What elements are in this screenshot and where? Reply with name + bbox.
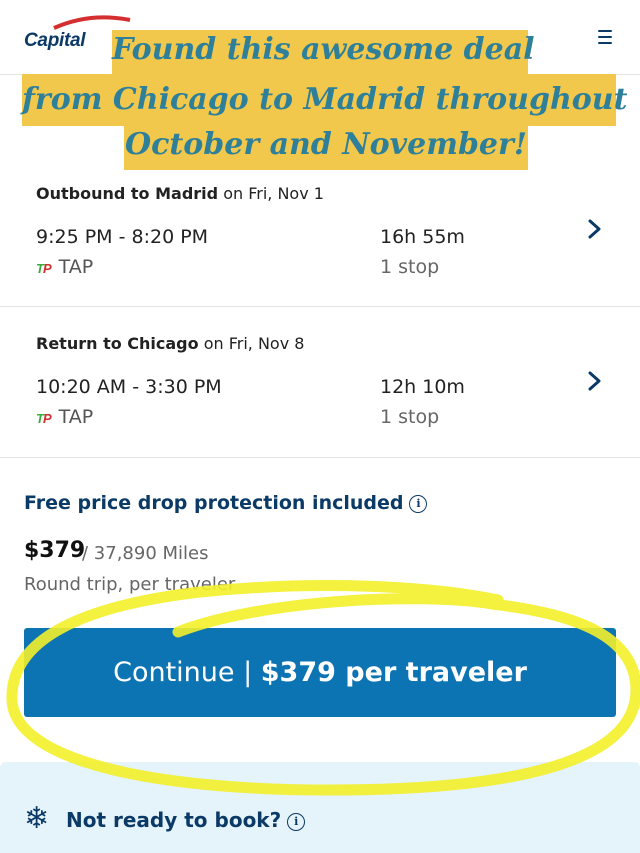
snowflake-icon: ❄ [24, 801, 50, 836]
price-protection-heading: Free price drop protection included i [24, 492, 428, 514]
capital-one-logo[interactable]: Capital [24, 30, 86, 52]
outbound-flight-row[interactable]: Outbound to Madrid on Fri, Nov 1 9:25 PM… [0, 170, 640, 307]
price-note: Round trip, per traveler [24, 574, 236, 595]
return-times: 10:20 AM - 3:30 PM [36, 376, 222, 398]
banner-line-3: October and November! [124, 120, 528, 170]
banner-line-1: Found this awesome deal [112, 30, 535, 74]
return-duration: 12h 10m [380, 376, 465, 398]
outbound-title: Outbound to Madrid on Fri, Nov 1 [36, 184, 324, 203]
outbound-duration: 16h 55m [380, 226, 465, 248]
return-stops: 1 stop [380, 406, 440, 428]
banner-line-2: from Chicago to Madrid throughout [22, 74, 627, 126]
info-icon[interactable]: i [409, 495, 428, 513]
continue-button[interactable]: Continue | $379 per traveler [24, 628, 616, 717]
return-airline: TP TAP [36, 406, 94, 428]
chevron-right-icon[interactable] [586, 218, 604, 240]
return-title: Return to Chicago on Fri, Nov 8 [36, 334, 305, 353]
hamburger-menu-icon[interactable] [598, 30, 612, 48]
price-miles: / 37,890 Miles [82, 543, 209, 564]
info-icon[interactable]: i [287, 813, 306, 831]
chevron-right-icon[interactable] [586, 370, 604, 392]
outbound-airline: TP TAP [36, 256, 94, 278]
return-flight-row[interactable]: Return to Chicago on Fri, Nov 8 10:20 AM… [0, 306, 640, 458]
outbound-times: 9:25 PM - 8:20 PM [36, 226, 209, 248]
not-ready-title: Not ready to book? i [66, 808, 306, 832]
tap-logo-icon: TP [36, 261, 52, 276]
outbound-stops: 1 stop [380, 256, 440, 278]
tap-logo-icon: TP [36, 411, 52, 426]
price-amount: $379 [24, 538, 86, 563]
logo-swoosh-icon [53, 15, 131, 30]
